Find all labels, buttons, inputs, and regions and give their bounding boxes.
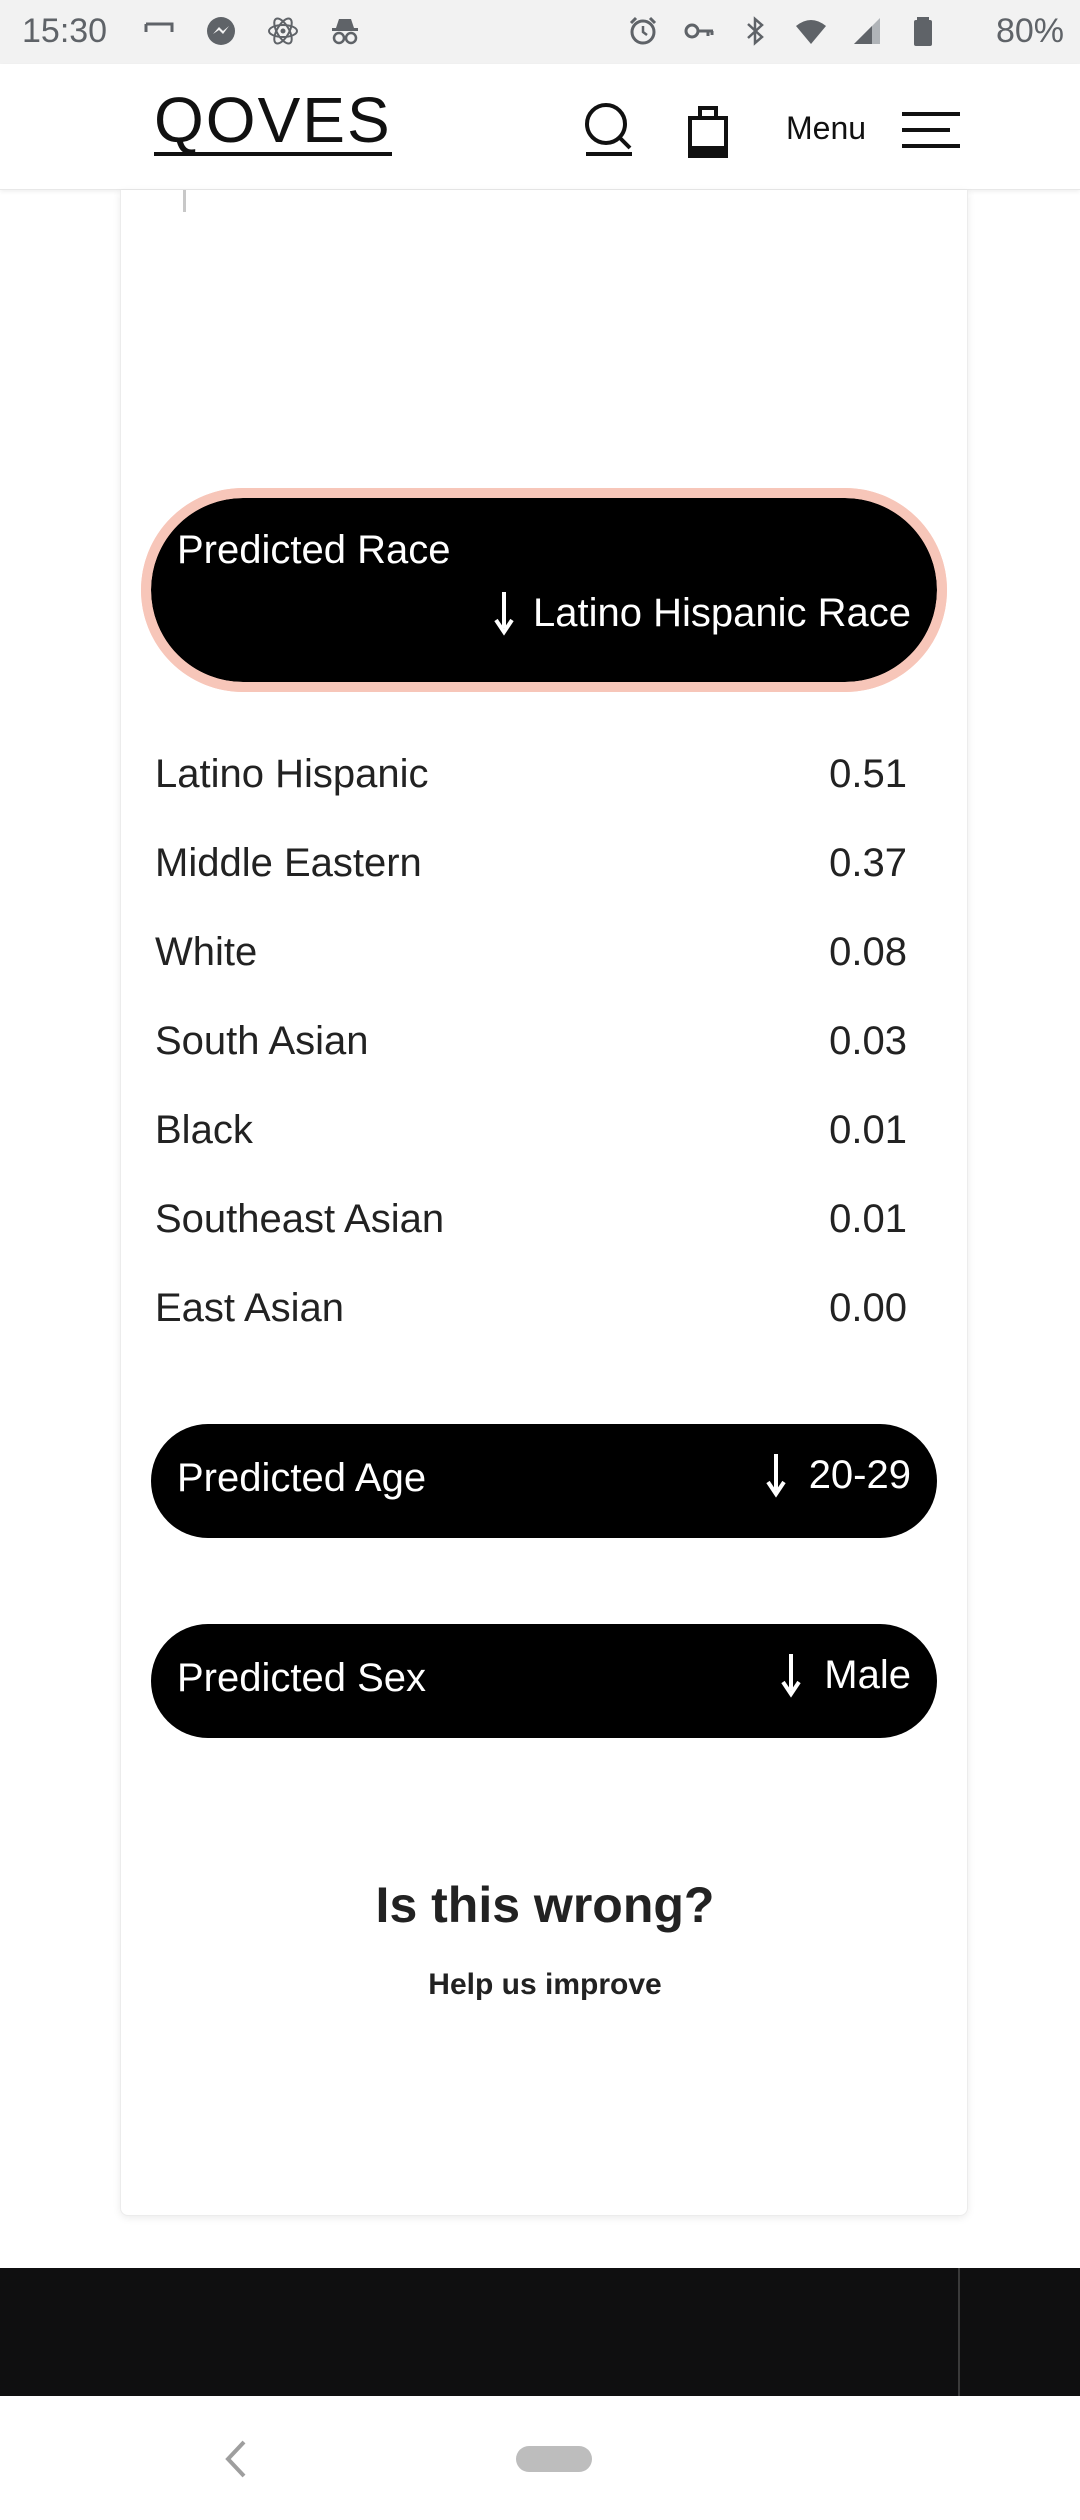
race-score: 0.08 — [829, 930, 907, 974]
predicted-age-value-wrap: 20-29 — [765, 1452, 911, 1498]
race-name: Middle Eastern — [155, 841, 422, 885]
race-probability-list: Latino Hispanic 0.51 Middle Eastern 0.37 W… — [155, 730, 907, 1353]
race-score: 0.51 — [829, 752, 907, 796]
atom-icon — [268, 17, 298, 45]
footer-divider — [958, 2268, 960, 2396]
wifi-icon — [796, 20, 826, 44]
feedback-link[interactable]: Help us improve — [121, 1968, 969, 2002]
predicted-age-title: Predicted Age — [177, 1456, 427, 1500]
qoves-logo[interactable]: QOVES — [154, 88, 392, 156]
race-score: 0.01 — [829, 1197, 907, 1241]
battery-percent: 80% — [995, 12, 1064, 50]
scroll-indicator-line — [183, 190, 186, 212]
predicted-age-value: 20-29 — [808, 1452, 911, 1497]
list-item: White 0.08 — [155, 908, 907, 997]
back-chevron-icon[interactable] — [220, 2438, 250, 2480]
battery-icon — [914, 17, 932, 46]
race-score: 0.00 — [829, 1286, 907, 1330]
arrow-down-icon — [766, 1454, 786, 1498]
predicted-race-value-wrap: Latino Hispanic Race — [493, 590, 911, 636]
system-nav-bar — [0, 2396, 1080, 2520]
site-header: QOVES Menu — [0, 64, 1080, 190]
signal-icon — [854, 18, 880, 44]
status-time: 15:30 — [22, 12, 108, 50]
predicted-race-title: Predicted Race — [177, 528, 451, 572]
bluetooth-icon — [747, 16, 764, 46]
menu-label[interactable]: Menu — [786, 110, 866, 147]
site-footer — [0, 2268, 1080, 2396]
home-pill-button[interactable] — [516, 2446, 592, 2472]
predicted-race-value: Latino Hispanic Race — [533, 590, 911, 635]
list-item: East Asian 0.00 — [155, 1264, 907, 1353]
predicted-sex-pill[interactable]: Predicted Sex Male — [151, 1624, 937, 1738]
race-score: 0.37 — [829, 841, 907, 885]
list-item: Black 0.01 — [155, 1086, 907, 1175]
feedback-title: Is this wrong? — [375, 1877, 715, 1933]
shopping-bag-icon[interactable] — [686, 102, 730, 158]
race-name: Black — [155, 1108, 253, 1152]
screen-icon — [144, 22, 174, 32]
messenger-icon — [207, 17, 235, 45]
race-name: White — [155, 930, 258, 974]
arrow-down-icon — [494, 592, 514, 636]
race-name: Southeast Asian — [155, 1197, 445, 1241]
predicted-sex-title: Predicted Sex — [177, 1656, 427, 1700]
list-item: Latino Hispanic 0.51 — [155, 730, 907, 819]
list-item: South Asian 0.03 — [155, 997, 907, 1086]
incognito-icon — [332, 19, 358, 45]
status-left-icons — [142, 14, 362, 48]
key-icon — [684, 23, 714, 39]
hamburger-menu-icon[interactable] — [900, 108, 962, 152]
predicted-age-pill[interactable]: Predicted Age 20-29 — [151, 1424, 937, 1538]
predicted-sex-value-wrap: Male — [780, 1652, 911, 1698]
race-name: South Asian — [155, 1019, 369, 1063]
list-item: Middle Eastern 0.37 — [155, 819, 907, 908]
arrow-down-icon — [781, 1654, 801, 1698]
race-name: Latino Hispanic — [155, 752, 429, 796]
race-score: 0.03 — [829, 1019, 907, 1063]
status-right-icons — [626, 14, 940, 48]
race-name: East Asian — [155, 1286, 345, 1330]
alarm-icon — [629, 16, 657, 45]
results-card: Predicted Race Latino Hispanic Race Lati… — [120, 190, 968, 2216]
predicted-sex-value: Male — [824, 1652, 911, 1697]
race-score: 0.01 — [829, 1108, 907, 1152]
list-item: Southeast Asian 0.01 — [155, 1175, 907, 1264]
predicted-race-pill[interactable]: Predicted Race Latino Hispanic Race — [141, 488, 947, 692]
search-icon[interactable] — [580, 100, 636, 158]
status-bar: 15:30 80% — [0, 0, 1080, 64]
